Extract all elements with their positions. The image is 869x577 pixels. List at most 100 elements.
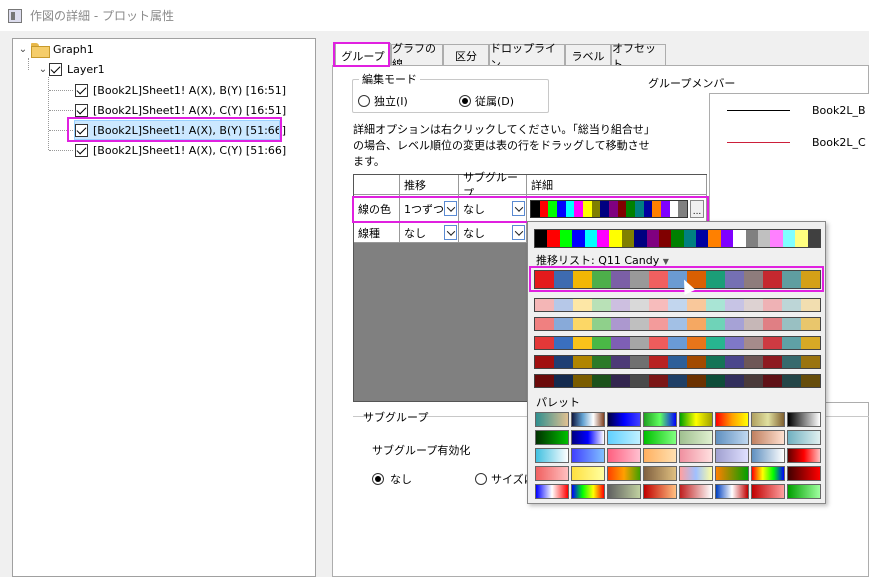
color-swatch[interactable] [668, 375, 687, 387]
color-swatch[interactable] [725, 271, 744, 288]
color-swatch[interactable] [592, 337, 611, 349]
radio-dependent-circle[interactable] [459, 95, 471, 107]
color-swatch[interactable] [661, 200, 670, 217]
color-swatch[interactable] [596, 230, 610, 247]
color-swatch[interactable] [782, 230, 796, 247]
color-swatch[interactable] [630, 318, 649, 330]
color-swatch[interactable] [763, 271, 782, 288]
color-swatch[interactable] [744, 271, 763, 288]
color-swatch[interactable] [706, 318, 725, 330]
color-swatch[interactable] [706, 271, 725, 288]
color-swatch[interactable] [573, 271, 592, 288]
color-list-option[interactable] [534, 355, 821, 369]
color-swatch[interactable] [668, 337, 687, 349]
color-swatch[interactable] [592, 318, 611, 330]
palette-swatch[interactable] [643, 484, 677, 499]
row-line-type-name[interactable]: 線種 [354, 223, 400, 243]
color-swatch[interactable] [611, 356, 630, 368]
radio-subgroup-none[interactable]: なし [372, 471, 412, 487]
color-swatch[interactable] [535, 337, 554, 349]
palette-swatch[interactable] [751, 466, 785, 481]
color-swatch[interactable] [763, 375, 782, 387]
palette-swatch[interactable] [715, 466, 749, 481]
color-swatch[interactable] [687, 299, 706, 311]
color-swatch[interactable] [611, 337, 630, 349]
radio-independent-circle[interactable] [358, 95, 370, 107]
color-swatch[interactable] [617, 200, 627, 217]
color-swatch[interactable] [535, 271, 554, 288]
color-swatch[interactable] [535, 356, 554, 368]
color-swatch[interactable] [557, 200, 566, 217]
palette-swatch[interactable] [715, 448, 749, 463]
palette-swatch[interactable] [535, 466, 569, 481]
radio-independent[interactable]: 独立(I) [358, 93, 408, 109]
color-swatch[interactable] [807, 230, 820, 247]
tab-segment[interactable]: 区分 [443, 44, 489, 66]
color-swatch[interactable] [626, 200, 636, 217]
palette-swatch[interactable] [751, 484, 785, 499]
color-swatch[interactable] [668, 356, 687, 368]
palette-swatch[interactable] [679, 466, 713, 481]
color-swatch[interactable] [592, 356, 611, 368]
color-swatch[interactable] [782, 375, 801, 387]
palette-swatch[interactable] [679, 412, 713, 427]
dropdown-arrow-icon[interactable] [512, 201, 525, 216]
color-swatch[interactable] [782, 271, 801, 288]
plot-checkbox[interactable] [75, 123, 88, 137]
palette-swatch[interactable] [679, 430, 713, 445]
palette-swatch[interactable] [679, 448, 713, 463]
palette-swatch[interactable] [679, 484, 713, 499]
line-color-subgroup-select[interactable]: なし [459, 195, 527, 223]
tree-item-plot-1[interactable]: [Book2L]Sheet1! A(X), B(Y) [16:51] [75, 81, 311, 99]
palette-swatch[interactable] [751, 430, 785, 445]
dropdown-arrow-icon[interactable] [444, 201, 457, 216]
color-swatch[interactable] [600, 200, 610, 217]
color-swatch[interactable] [683, 230, 697, 247]
color-swatch[interactable] [801, 375, 820, 387]
color-swatch[interactable] [649, 318, 668, 330]
palette-swatch[interactable] [643, 430, 677, 445]
color-swatch[interactable] [678, 200, 688, 217]
color-swatch[interactable] [801, 337, 820, 349]
color-swatch[interactable] [649, 271, 668, 288]
color-swatch[interactable] [547, 230, 560, 247]
color-list-popup[interactable]: 推移リスト: Q11 Candy ▼ パレット [527, 221, 826, 504]
color-swatch[interactable] [621, 230, 635, 247]
color-swatch[interactable] [782, 356, 801, 368]
chevron-down-icon[interactable]: ⌄ [37, 64, 49, 75]
chevron-down-icon[interactable]: ⌄ [17, 44, 29, 55]
color-swatch[interactable] [733, 230, 746, 247]
palette-swatch[interactable] [535, 484, 569, 499]
color-swatch[interactable] [706, 299, 725, 311]
palette-swatch[interactable] [787, 412, 821, 427]
color-swatch[interactable] [725, 337, 744, 349]
tab-drop-line[interactable]: ドロップライン [489, 42, 565, 71]
color-swatch[interactable] [539, 200, 549, 217]
color-swatch[interactable] [559, 230, 573, 247]
palette-swatch[interactable] [715, 412, 749, 427]
color-swatch[interactable] [795, 230, 808, 247]
color-swatch[interactable] [745, 230, 759, 247]
color-list-option[interactable] [534, 317, 821, 331]
color-swatch[interactable] [687, 337, 706, 349]
color-swatch[interactable] [634, 230, 647, 247]
color-swatch[interactable] [535, 299, 554, 311]
color-swatch[interactable] [630, 271, 649, 288]
palette-swatch[interactable] [643, 412, 677, 427]
color-swatch[interactable] [548, 200, 558, 217]
color-swatch[interactable] [573, 318, 592, 330]
color-swatch[interactable] [531, 200, 540, 217]
color-swatch[interactable] [763, 337, 782, 349]
tab-offset[interactable]: オフセット [611, 42, 666, 71]
color-swatch[interactable] [583, 200, 592, 217]
color-swatch[interactable] [646, 230, 659, 247]
member-item-2[interactable]: Book2L_C [710, 136, 866, 149]
palette-swatch[interactable] [787, 484, 821, 499]
color-swatch[interactable] [671, 230, 684, 247]
color-swatch[interactable] [554, 356, 573, 368]
line-color-detail-cell[interactable]: ... [527, 195, 707, 223]
palette-swatch[interactable] [607, 466, 641, 481]
palette-swatch[interactable] [751, 448, 785, 463]
color-swatch[interactable] [725, 318, 744, 330]
color-swatch[interactable] [573, 337, 592, 349]
